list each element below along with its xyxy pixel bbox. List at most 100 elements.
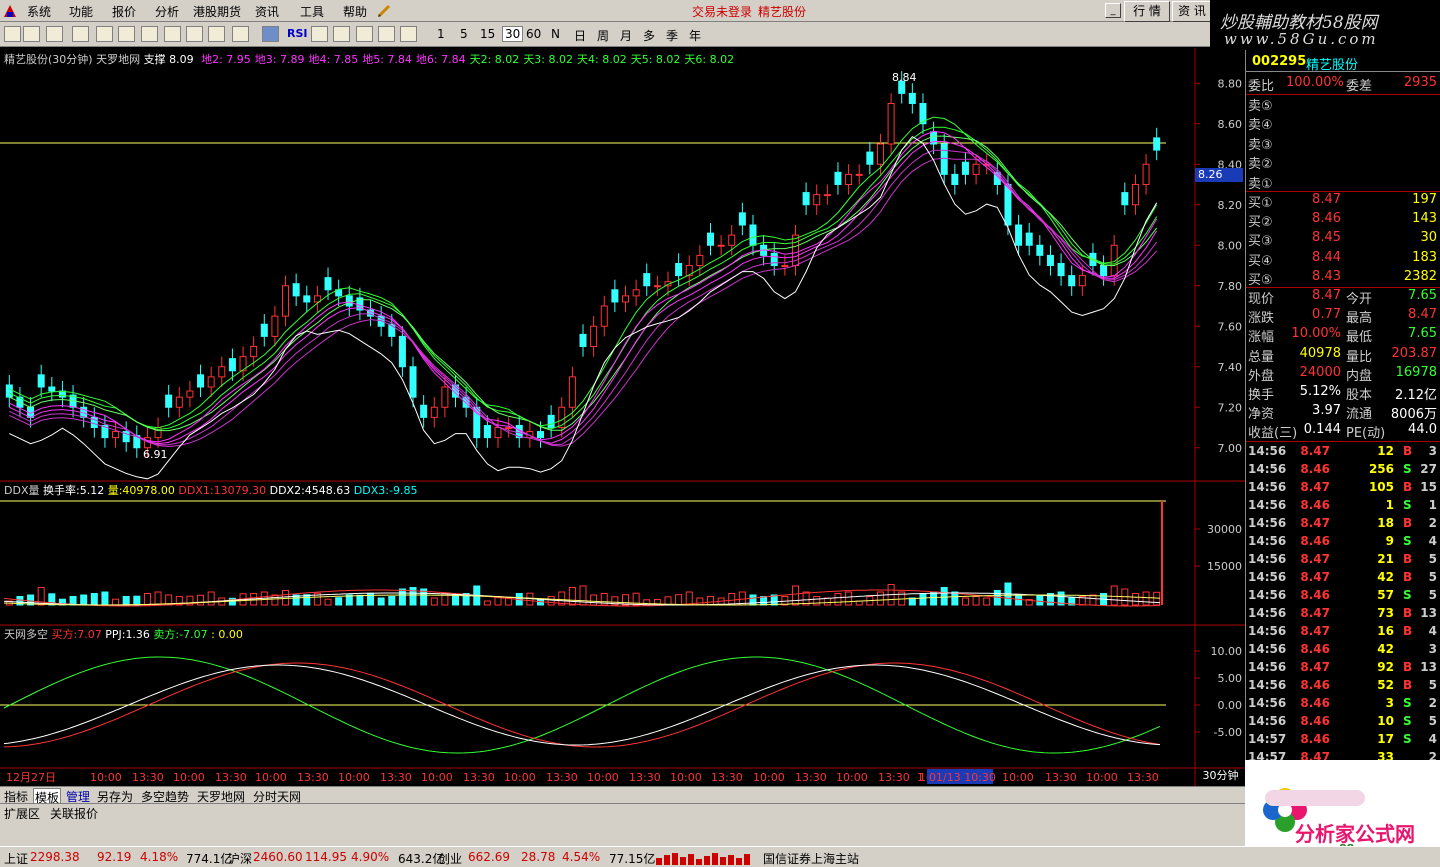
volume-bar: [388, 596, 396, 606]
restore-icon[interactable]: [400, 26, 417, 42]
sh-index-label[interactable]: 上证: [4, 850, 28, 867]
calc-icon[interactable]: [232, 26, 249, 42]
sz-index-label[interactable]: 沪深: [228, 850, 252, 867]
sector-icon[interactable]: [208, 26, 225, 42]
pencil-icon[interactable]: [376, 3, 392, 19]
zoom-in-icon[interactable]: [356, 26, 373, 42]
y-tick-label: 7.80: [1218, 280, 1243, 293]
tick-side: S: [1403, 461, 1412, 476]
tick-time: 14:56: [1248, 515, 1287, 530]
forward-icon[interactable]: [23, 26, 40, 42]
period-week[interactable]: 周: [597, 27, 609, 44]
candle-body: [738, 212, 746, 226]
tab-quote[interactable]: 行 情: [1124, 1, 1170, 22]
candle-body: [165, 394, 173, 408]
sell-row[interactable]: 卖①: [1246, 172, 1440, 192]
quote-list-icon[interactable]: [72, 26, 89, 42]
period-label[interactable]: 30分钟: [1196, 768, 1245, 784]
move-icon[interactable]: [333, 26, 350, 42]
volume-bar: [706, 596, 714, 606]
buy-row[interactable]: 买③ 8.45 30: [1246, 229, 1440, 249]
menu-news[interactable]: 资讯: [255, 3, 279, 20]
tick-row: 14:56 8.47 73 B 13: [1246, 605, 1440, 623]
period-60min[interactable]: 60: [526, 27, 541, 41]
volume-bar: [1131, 593, 1139, 606]
stat-value-2: 2.12亿: [1395, 388, 1437, 403]
period-day[interactable]: 日: [574, 27, 586, 44]
chart-area[interactable]: 8.80 8.60 8.40 8.20 8.00 7.80 7.60 7.40 7.20 7.00…: [0, 48, 1245, 800]
candle-body: [547, 414, 555, 429]
tick-side: S: [1403, 587, 1412, 602]
x-axis-label: 10:00: [173, 771, 205, 784]
period-1min[interactable]: 1: [437, 27, 445, 41]
period-5min[interactable]: 5: [460, 27, 468, 41]
tick-time: 14:56: [1248, 659, 1287, 674]
volume-bar: [452, 594, 460, 606]
tick-time: 14:56: [1248, 551, 1287, 566]
tick-count: 2: [1428, 695, 1437, 710]
sell-row[interactable]: 卖②: [1246, 152, 1440, 172]
indicator-icon[interactable]: [262, 26, 279, 42]
stat-label: 涨跌: [1248, 311, 1275, 327]
buy-row[interactable]: 买① 8.47 197: [1246, 191, 1440, 211]
refresh-icon[interactable]: [46, 26, 63, 42]
candle-body: [345, 295, 353, 307]
menu-function[interactable]: 功能: [69, 3, 93, 20]
broker-name[interactable]: 国信证券上海主站: [763, 850, 859, 867]
sell-row[interactable]: 卖⑤: [1246, 94, 1440, 114]
tab-info[interactable]: 资 讯: [1172, 1, 1212, 22]
period-30min[interactable]: 30: [502, 26, 524, 42]
period-month[interactable]: 月: [620, 27, 632, 44]
tick-side: S: [1403, 533, 1412, 548]
y-tick-label: 30000: [1207, 523, 1242, 536]
stat-label: 净资: [1248, 407, 1275, 423]
menu-analysis[interactable]: 分析: [155, 3, 179, 20]
draw-tool-icon[interactable]: [311, 26, 328, 42]
minimize-icon[interactable]: _: [1105, 3, 1121, 18]
cy-index-label[interactable]: 创业: [438, 850, 462, 867]
kline-chart-svg[interactable]: 8.808.608.408.208.007.807.607.407.207.00…: [0, 48, 1245, 786]
tick-side: B: [1403, 551, 1413, 566]
buy-row[interactable]: 买⑤ 8.43 2382: [1246, 268, 1440, 288]
sell-row[interactable]: 卖③: [1246, 133, 1440, 153]
y-tick-label: 10.00: [1211, 645, 1243, 658]
tick-vol: 52: [1377, 677, 1394, 692]
tick-time: 14:56: [1248, 587, 1287, 602]
fund-icon[interactable]: [118, 26, 135, 42]
tick-price: 8.47: [1300, 623, 1330, 638]
sell-level-label: 卖④: [1248, 118, 1273, 134]
minute-chart-icon[interactable]: [141, 26, 158, 42]
y-tick-label: 7.20: [1218, 401, 1243, 414]
kline-icon[interactable]: [96, 26, 113, 42]
volume-bar: [961, 597, 969, 606]
candle-body: [186, 390, 194, 398]
buy-row[interactable]: 买④ 8.44 183: [1246, 249, 1440, 269]
login-notice[interactable]: 交易未登录: [692, 3, 752, 20]
ranking-icon[interactable]: [186, 26, 203, 42]
volume-bar: [80, 594, 88, 606]
price-line-8: 天5: 8.02: [630, 53, 681, 66]
period-multi[interactable]: 多: [643, 27, 655, 44]
period-season[interactable]: 季: [666, 27, 678, 44]
menu-system[interactable]: 系统: [27, 3, 51, 20]
f10-icon[interactable]: [164, 26, 181, 42]
tick-side: B: [1403, 623, 1413, 638]
sell-row[interactable]: 卖④: [1246, 113, 1440, 134]
stat-value: 10.00%: [1291, 326, 1341, 342]
period-year[interactable]: 年: [689, 27, 701, 44]
candle-body: [834, 171, 842, 185]
menu-tools[interactable]: 工具: [300, 3, 324, 20]
y-tick-label: 7.00: [1218, 442, 1243, 455]
menu-quote[interactable]: 报价: [112, 3, 136, 20]
buy-row[interactable]: 买② 8.46 143: [1246, 210, 1440, 230]
menu-help[interactable]: 帮助: [343, 3, 367, 20]
candle-body: [1121, 192, 1129, 206]
period-n[interactable]: N: [551, 27, 560, 41]
back-icon[interactable]: [4, 26, 21, 42]
tick-vol: 42: [1377, 569, 1394, 584]
zoom-out-icon[interactable]: [378, 26, 395, 42]
menu-hk-futures[interactable]: 港股期货: [193, 3, 241, 20]
tick-side: B: [1403, 515, 1413, 530]
rsi-button[interactable]: RSI: [287, 27, 308, 40]
period-15min[interactable]: 15: [480, 27, 495, 41]
